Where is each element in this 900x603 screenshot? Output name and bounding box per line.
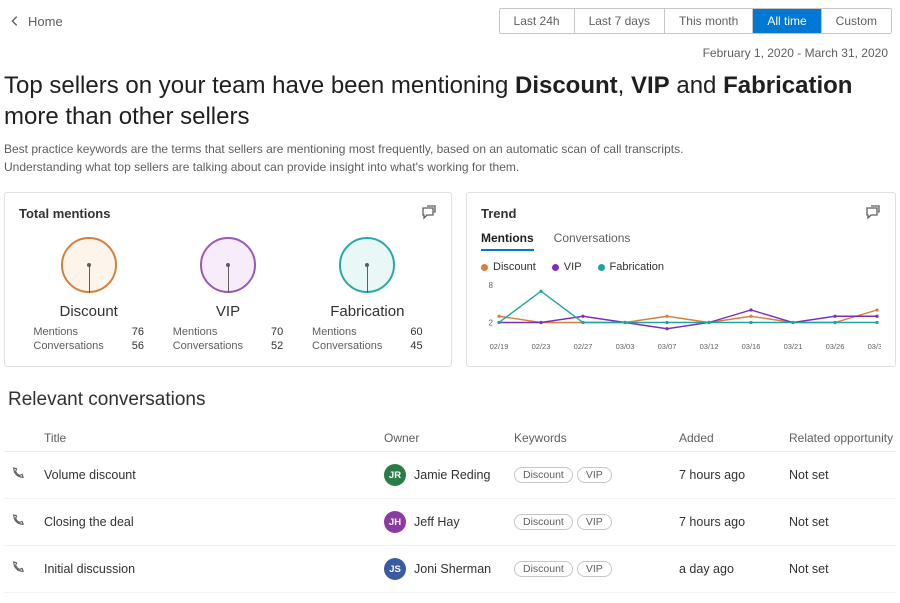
row-owner: JSJoni Sherman [384, 558, 514, 580]
back-arrow-icon [8, 14, 22, 28]
trend-card: Trend Mentions Conversations Discount VIP… [466, 192, 896, 367]
svg-text:03/12: 03/12 [700, 342, 719, 351]
mentions-value: 70 [271, 326, 283, 338]
legend-fabrication: Fabrication [598, 261, 664, 273]
mention-name: VIP [173, 303, 284, 320]
svg-text:03/07: 03/07 [658, 342, 677, 351]
mention-item-vip: VIP Mentions 70 Conversations 52 [173, 237, 284, 352]
avatar: JS [384, 558, 406, 580]
conversations-value: 56 [132, 340, 144, 352]
time-range-selector: Last 24hLast 7 daysThis monthAll timeCus… [499, 8, 892, 34]
chat-icon[interactable] [865, 205, 881, 221]
svg-text:02/23: 02/23 [532, 342, 551, 351]
mentions-label: Mentions [33, 326, 103, 338]
table-row[interactable]: Closing the dealJHJeff HayDiscountVIP7 h… [4, 499, 896, 546]
total-mentions-title: Total mentions [19, 206, 110, 221]
row-opportunity: Not set [789, 515, 894, 529]
conversations-label: Conversations [312, 340, 382, 352]
col-keywords: Keywords [514, 431, 679, 445]
conversations-value: 45 [410, 340, 422, 352]
mention-item-discount: Discount Mentions 76 Conversations 56 [33, 237, 144, 352]
row-opportunity: Not set [789, 468, 894, 482]
svg-text:03/26: 03/26 [826, 342, 845, 351]
row-keywords: DiscountVIP [514, 561, 679, 577]
tab-conversations[interactable]: Conversations [554, 231, 631, 251]
mention-name: Discount [33, 303, 144, 320]
mention-circle-icon [200, 237, 256, 293]
col-opportunity: Related opportunity [789, 431, 894, 445]
keyword-pill: Discount [514, 561, 573, 577]
date-range-display: February 1, 2020 - March 31, 2020 [4, 40, 896, 70]
time-range-this-month[interactable]: This month [665, 9, 753, 33]
mentions-value: 76 [132, 326, 144, 338]
trend-title: Trend [481, 206, 516, 221]
conversations-label: Conversations [33, 340, 103, 352]
svg-text:03/21: 03/21 [784, 342, 803, 351]
svg-text:03/03: 03/03 [616, 342, 635, 351]
keyword-pill: VIP [577, 561, 612, 577]
row-keywords: DiscountVIP [514, 467, 679, 483]
tab-mentions[interactable]: Mentions [481, 231, 534, 251]
col-title: Title [44, 431, 384, 445]
svg-text:03/31: 03/31 [868, 342, 881, 351]
back-label: Home [28, 14, 63, 29]
chat-icon[interactable] [421, 205, 437, 221]
phone-icon [10, 513, 25, 528]
back-home[interactable]: Home [8, 14, 63, 29]
relevant-conversations-title: Relevant conversations [8, 389, 896, 411]
col-added: Added [679, 431, 789, 445]
mentions-value: 60 [410, 326, 422, 338]
legend-dot-icon [598, 264, 605, 271]
svg-text:02/27: 02/27 [574, 342, 593, 351]
mention-circle-icon [339, 237, 395, 293]
time-range-all-time[interactable]: All time [753, 9, 821, 33]
phone-icon [10, 560, 25, 575]
svg-text:8: 8 [489, 281, 494, 290]
legend-dot-icon [552, 264, 559, 271]
table-row[interactable]: Volume discountJRJamie RedingDiscountVIP… [4, 452, 896, 499]
row-title: Closing the deal [44, 515, 384, 529]
row-opportunity: Not set [789, 562, 894, 576]
row-owner: JRJamie Reding [384, 464, 514, 486]
col-owner: Owner [384, 431, 514, 445]
avatar: JH [384, 511, 406, 533]
keyword-pill: Discount [514, 467, 573, 483]
mention-name: Fabrication [312, 303, 423, 320]
row-owner: JHJeff Hay [384, 511, 514, 533]
mentions-label: Mentions [312, 326, 382, 338]
total-mentions-card: Total mentions Discount Mentions 76 Convers… [4, 192, 452, 367]
phone-icon [10, 466, 25, 481]
row-added: 7 hours ago [679, 515, 789, 529]
mentions-label: Mentions [173, 326, 243, 338]
row-title: Initial discussion [44, 562, 384, 576]
conversations-label: Conversations [173, 340, 243, 352]
svg-text:2: 2 [489, 319, 494, 328]
mention-circle-icon [61, 237, 117, 293]
page-title: Top sellers on your team have been menti… [4, 70, 896, 140]
time-range-custom[interactable]: Custom [822, 9, 891, 33]
time-range-last-24h[interactable]: Last 24h [500, 9, 575, 33]
keyword-pill: VIP [577, 467, 612, 483]
legend-vip: VIP [552, 261, 582, 273]
keyword-pill: VIP [577, 514, 612, 530]
svg-text:02/19: 02/19 [490, 342, 509, 351]
time-range-last-7-days[interactable]: Last 7 days [575, 9, 665, 33]
legend-discount: Discount [481, 261, 536, 273]
keyword-pill: Discount [514, 514, 573, 530]
row-added: 7 hours ago [679, 468, 789, 482]
mention-item-fabrication: Fabrication Mentions 60 Conversations 45 [312, 237, 423, 352]
row-keywords: DiscountVIP [514, 514, 679, 530]
conversations-value: 52 [271, 340, 283, 352]
row-title: Volume discount [44, 468, 384, 482]
svg-text:03/16: 03/16 [742, 342, 761, 351]
table-header: Title Owner Keywords Added Related oppor… [4, 425, 896, 452]
page-subtitle: Best practice keywords are the terms tha… [4, 140, 896, 192]
trend-chart: 8 2 02/19 02/23 02/27 03/03 03/07 03/12 03/16 03/… [481, 281, 881, 351]
avatar: JR [384, 464, 406, 486]
legend-dot-icon [481, 264, 488, 271]
table-row[interactable]: Initial discussionJSJoni ShermanDiscount… [4, 546, 896, 593]
row-added: a day ago [679, 562, 789, 576]
